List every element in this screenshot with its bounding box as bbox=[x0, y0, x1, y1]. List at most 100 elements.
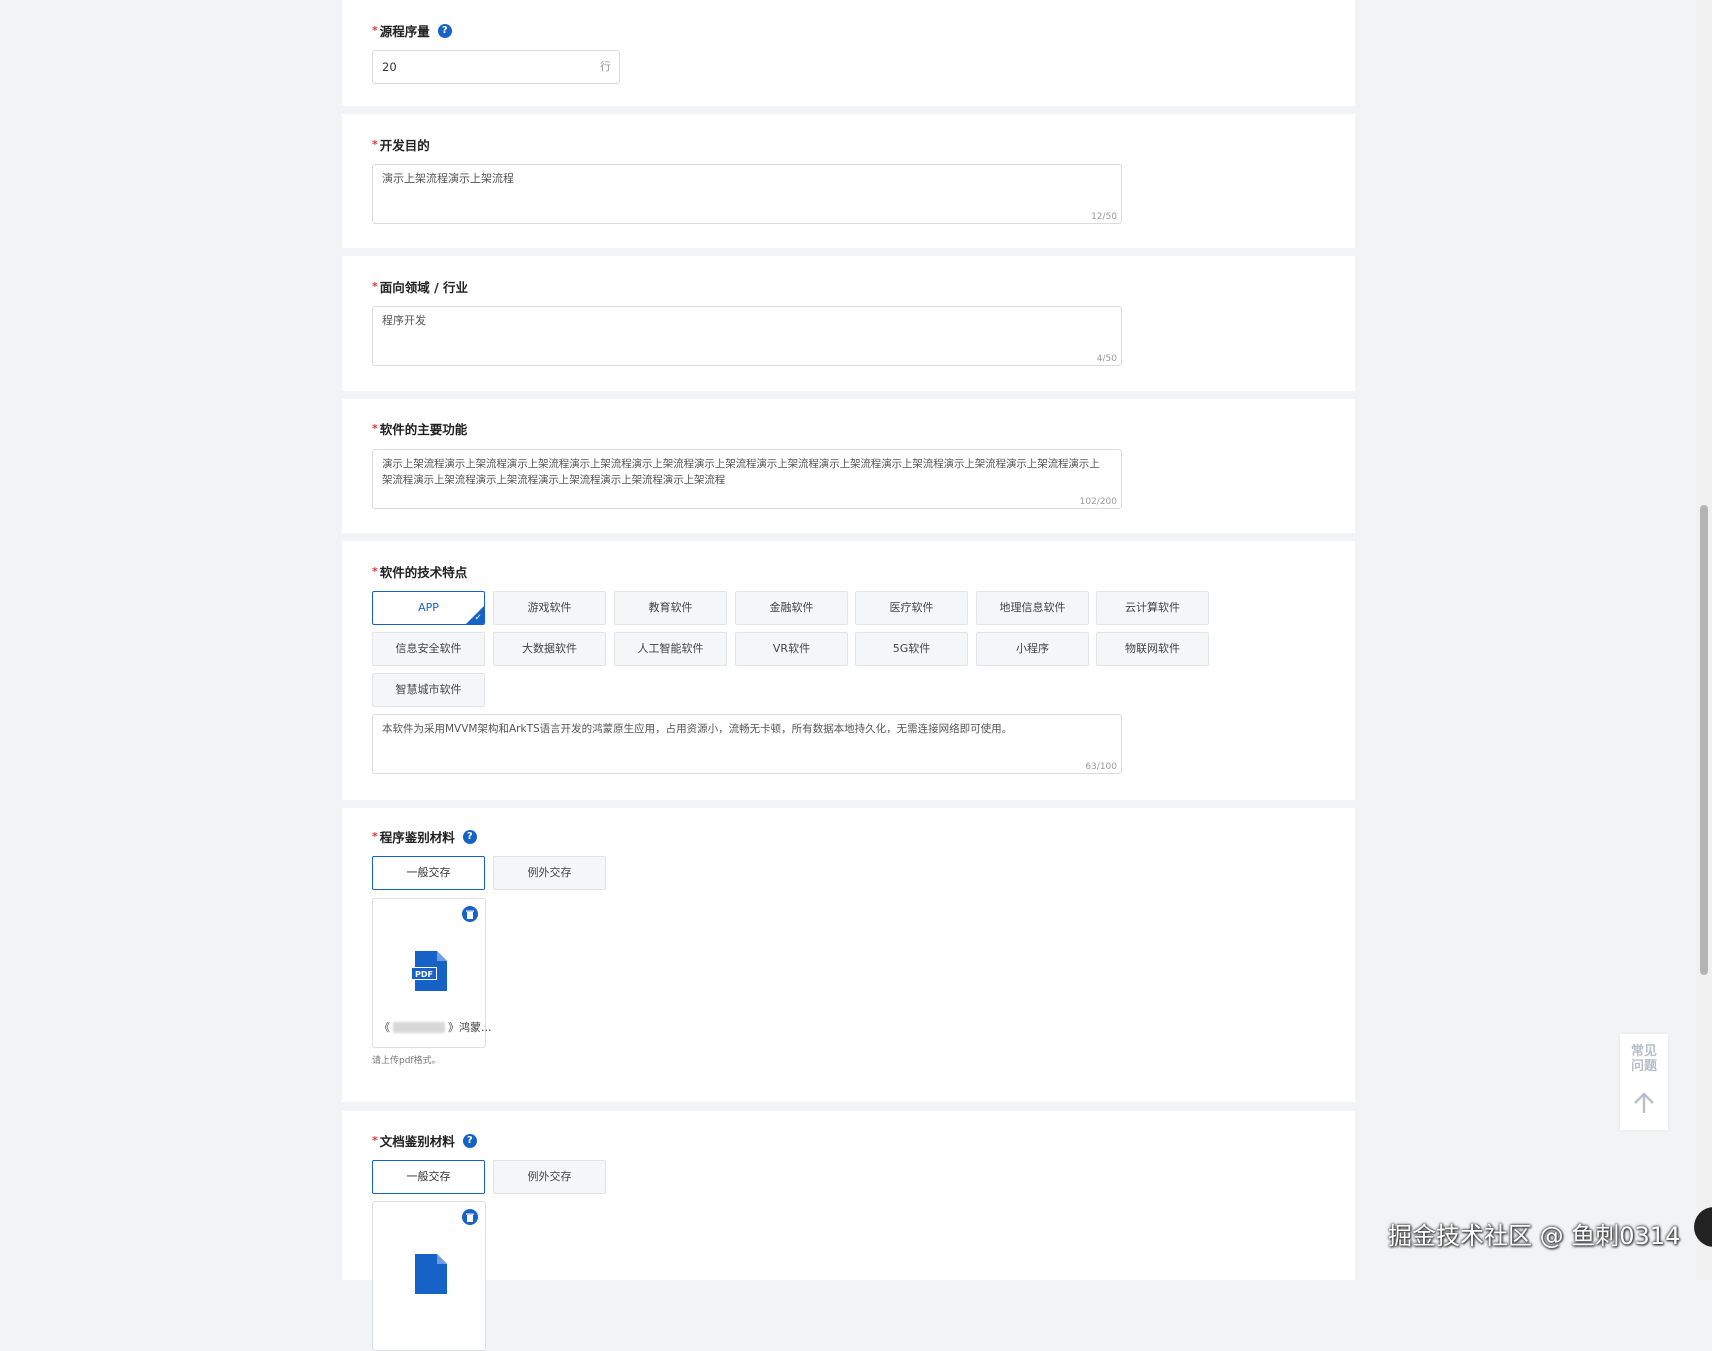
chip-label: 信息安全软件 bbox=[395, 642, 462, 655]
tab-label: 例外交存 bbox=[527, 866, 572, 879]
chip-medical[interactable]: 医疗软件 bbox=[855, 591, 968, 625]
main-features-count: 102/200 bbox=[1079, 497, 1117, 507]
program-material-label-text: 程序鉴别材料 bbox=[379, 830, 455, 845]
source-lines-input[interactable]: 20 行 bbox=[372, 50, 620, 84]
help-icon[interactable]: ? bbox=[462, 829, 477, 844]
watermark: 掘金技术社区 @ 鱼刺0314 bbox=[1388, 1222, 1681, 1250]
tech-features-text: 本软件为采用MVVM架构和ArkTS语言开发的鸿蒙原生应用，占用资源小，流畅无卡… bbox=[382, 723, 1013, 735]
file-name-suffix: 》鸿蒙... bbox=[448, 1021, 492, 1034]
tab-exception-deposit[interactable]: 例外交存 bbox=[493, 1160, 606, 1194]
required-mark: * bbox=[372, 138, 378, 151]
help-icon[interactable]: ? bbox=[462, 1133, 477, 1148]
chip-label: 游戏软件 bbox=[527, 601, 572, 614]
scrollbar-track[interactable] bbox=[1696, 0, 1712, 1280]
industry-label-text: 面向领域 / 行业 bbox=[379, 280, 469, 295]
chip-vr[interactable]: VR软件 bbox=[735, 632, 848, 666]
doc-material-label: * 文档鉴别材料 ? bbox=[372, 1131, 477, 1150]
chip-label: 5G软件 bbox=[892, 642, 931, 655]
required-mark: * bbox=[372, 422, 378, 435]
purpose-text: 演示上架流程演示上架流程 bbox=[382, 172, 514, 185]
panel-source-lines: * 源程序量 ? 20 行 bbox=[342, 0, 1355, 106]
chip-label: 大数据软件 bbox=[522, 642, 577, 655]
floating-help-panel: 常见 问题 bbox=[1620, 1034, 1668, 1130]
chip-game[interactable]: 游戏软件 bbox=[493, 591, 606, 625]
chip-label: 智慧城市软件 bbox=[395, 683, 462, 696]
tech-features-textarea[interactable]: 本软件为采用MVVM架构和ArkTS语言开发的鸿蒙原生应用，占用资源小，流畅无卡… bbox=[372, 714, 1122, 774]
program-material-label: * 程序鉴别材料 ? bbox=[372, 827, 477, 846]
tab-general-deposit[interactable]: 一般交存 bbox=[372, 856, 485, 890]
tab-label: 一般交存 bbox=[406, 866, 451, 879]
chip-iot[interactable]: 物联网软件 bbox=[1096, 632, 1209, 666]
delete-icon[interactable] bbox=[462, 1209, 478, 1225]
delete-icon[interactable] bbox=[462, 906, 478, 922]
faq-label: 常见 问题 bbox=[1630, 1044, 1657, 1074]
chip-label: APP bbox=[418, 601, 439, 614]
chip-miniprogram[interactable]: 小程序 bbox=[976, 632, 1089, 666]
redacted-name bbox=[393, 1021, 445, 1033]
tab-label: 一般交存 bbox=[406, 1170, 451, 1183]
svg-text:PDF: PDF bbox=[415, 970, 433, 979]
chip-education[interactable]: 教育软件 bbox=[614, 591, 727, 625]
source-lines-label: * 源程序量 ? bbox=[372, 21, 452, 40]
required-mark: * bbox=[372, 1134, 378, 1147]
scrollbar-thumb[interactable] bbox=[1700, 505, 1708, 975]
required-mark: * bbox=[372, 24, 378, 37]
chip-label: 金融软件 bbox=[769, 601, 814, 614]
panel-purpose: * 开发目的 演示上架流程演示上架流程 12/50 bbox=[342, 114, 1355, 248]
purpose-label: * 开发目的 bbox=[372, 135, 430, 154]
main-features-textarea[interactable]: 演示上架流程演示上架流程演示上架流程演示上架流程演示上架流程演示上架流程演示上架… bbox=[372, 449, 1122, 509]
required-mark: * bbox=[372, 565, 378, 578]
chip-label: 人工智能软件 bbox=[637, 642, 704, 655]
chip-label: 物联网软件 bbox=[1125, 642, 1180, 655]
chip-gis[interactable]: 地理信息软件 bbox=[976, 591, 1089, 625]
industry-count: 4/50 bbox=[1096, 354, 1117, 364]
chip-smart-city[interactable]: 智慧城市软件 bbox=[372, 673, 485, 707]
uploaded-file-card[interactable]: PDF 《 》鸿蒙... bbox=[372, 898, 492, 1048]
panel-tech-features: * 软件的技术特点 APP ✓ 游戏软件 教育软件 金融软件 医疗软件 地理信息… bbox=[342, 541, 1355, 800]
chip-cloud[interactable]: 云计算软件 bbox=[1096, 591, 1209, 625]
chip-security[interactable]: 信息安全软件 bbox=[372, 632, 485, 666]
chip-label: 小程序 bbox=[1016, 642, 1049, 655]
purpose-label-text: 开发目的 bbox=[379, 138, 430, 153]
purpose-textarea[interactable]: 演示上架流程演示上架流程 12/50 bbox=[372, 164, 1122, 224]
source-lines-value: 20 bbox=[382, 60, 397, 74]
main-features-text: 演示上架流程演示上架流程演示上架流程演示上架流程演示上架流程演示上架流程演示上架… bbox=[382, 458, 1100, 486]
chip-label: 教育软件 bbox=[648, 601, 693, 614]
source-lines-unit: 行 bbox=[600, 60, 611, 73]
back-to-top-icon[interactable] bbox=[1632, 1092, 1656, 1118]
chip-ai[interactable]: 人工智能软件 bbox=[614, 632, 727, 666]
help-icon[interactable]: ? bbox=[437, 23, 452, 38]
purpose-count: 12/50 bbox=[1091, 212, 1117, 222]
required-mark: * bbox=[372, 830, 378, 843]
doc-material-label-text: 文档鉴别材料 bbox=[379, 1134, 455, 1149]
industry-textarea[interactable]: 程序开发 4/50 bbox=[372, 306, 1122, 366]
tab-exception-deposit[interactable]: 例外交存 bbox=[493, 856, 606, 890]
chip-label: 医疗软件 bbox=[889, 601, 934, 614]
chip-5g[interactable]: 5G软件 bbox=[855, 632, 968, 666]
chip-bigdata[interactable]: 大数据软件 bbox=[493, 632, 606, 666]
panel-main-features: * 软件的主要功能 演示上架流程演示上架流程演示上架流程演示上架流程演示上架流程… bbox=[342, 399, 1355, 533]
main-features-label-text: 软件的主要功能 bbox=[379, 422, 468, 437]
faq-button[interactable]: 常见 问题 bbox=[1620, 1044, 1668, 1074]
source-lines-label-text: 源程序量 bbox=[379, 24, 430, 39]
panel-program-material: * 程序鉴别材料 ? 一般交存 例外交存 PDF 《 》鸿蒙... 请上传pdf… bbox=[342, 808, 1355, 1102]
chip-app[interactable]: APP ✓ bbox=[372, 591, 485, 625]
chip-label: VR软件 bbox=[772, 642, 811, 655]
chip-finance[interactable]: 金融软件 bbox=[735, 591, 848, 625]
pdf-file-icon bbox=[411, 1254, 449, 1298]
panel-doc-material: * 文档鉴别材料 ? 一般交存 例外交存 bbox=[342, 1111, 1355, 1351]
required-mark: * bbox=[372, 280, 378, 293]
main-features-label: * 软件的主要功能 bbox=[372, 419, 467, 438]
industry-text: 程序开发 bbox=[382, 314, 426, 327]
panel-industry: * 面向领域 / 行业 程序开发 4/50 bbox=[342, 256, 1355, 391]
uploaded-file-card[interactable] bbox=[372, 1201, 486, 1351]
industry-label: * 面向领域 / 行业 bbox=[372, 277, 468, 296]
chip-label: 云计算软件 bbox=[1125, 601, 1180, 614]
upload-hint: 请上传pdf格式。 bbox=[372, 1056, 441, 1066]
chip-label: 地理信息软件 bbox=[999, 601, 1066, 614]
tab-general-deposit[interactable]: 一般交存 bbox=[372, 1160, 485, 1194]
tech-features-label: * 软件的技术特点 bbox=[372, 562, 467, 581]
pdf-file-icon: PDF bbox=[411, 951, 449, 995]
tab-label: 例外交存 bbox=[527, 1170, 572, 1183]
file-name: 《 》鸿蒙... bbox=[379, 1019, 492, 1035]
